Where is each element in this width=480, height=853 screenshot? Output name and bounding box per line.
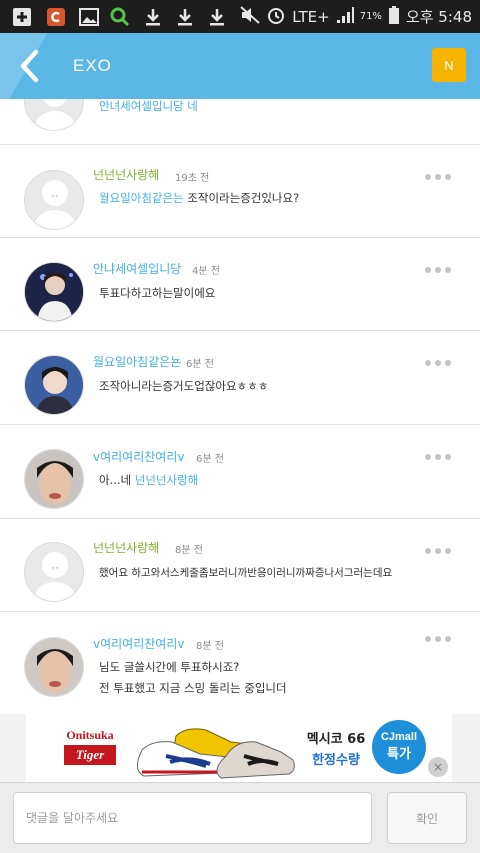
mute-icon [240, 5, 260, 28]
plus-icon [11, 6, 32, 27]
comment-text: 안녀세여셀입니당 네 [99, 99, 198, 113]
ad-close-icon[interactable]: × [428, 757, 448, 777]
comment-time: 19초 전 [175, 173, 210, 184]
download-icon [142, 6, 163, 27]
network-label: LTE+ [292, 7, 330, 26]
comment-author[interactable]: v여리여리찬여리v [93, 635, 184, 652]
battery-label: 71% [359, 11, 382, 22]
cjmall-badge: CJmall 특가 [372, 720, 426, 774]
more-options-icon[interactable] [425, 359, 453, 367]
ad-content[interactable]: Onitsuka Tiger 멕시코 66 한정수량 CJmall 특가 [26, 714, 452, 782]
avatar[interactable] [24, 542, 84, 602]
comment-item: v여리여리찬여리v 8분 전 님도 글쓸시간에 투표하시죠? 전 투표했고 지금… [0, 612, 480, 714]
ad-offer-line1: 멕시코 66 [306, 732, 366, 747]
avatar[interactable] [24, 262, 84, 322]
avatar[interactable] [24, 449, 84, 509]
more-options-icon[interactable] [425, 547, 453, 555]
avatar[interactable] [24, 170, 84, 230]
comment-time: 4분 전 [192, 266, 220, 277]
page-title: EXO [73, 56, 112, 75]
comment-mention[interactable]: 월요일아침같은는 [99, 191, 184, 205]
comment-time: 8분 전 [175, 545, 203, 556]
chevron-left-icon [20, 49, 39, 83]
comment-text: 투표다하고하는말이에요 [99, 286, 216, 300]
comment-item: 넌넌넌사랑해 8분 전 했어요 하고와서스케줄좀보러니까반응이러니까짜증나서그러… [0, 519, 480, 612]
download-icon [174, 6, 195, 27]
comment-item: 안녀세여셀입니당 네 [0, 99, 480, 145]
ad-brand: Onitsuka [66, 728, 114, 742]
comment-text: 월요일아침같은는 조작이라는증건있나요? [99, 190, 299, 206]
comment-author[interactable]: 넌넌넌사랑해 [93, 539, 159, 556]
comment-time: 8분 전 [196, 641, 224, 652]
comment-mention[interactable]: 넌넌넌사랑해 [135, 473, 198, 487]
comment-author[interactable]: v여리여리찬여리v [93, 448, 184, 465]
status-right: LTE+ 71% 오후 5:48 [240, 0, 472, 33]
comment-input[interactable] [13, 792, 372, 844]
image-icon [78, 6, 99, 27]
comment-author[interactable]: 월요일아침같은뇬 [93, 353, 181, 370]
comment-text: 했어요 하고와서스케줄좀보러니까반응이러니까짜증나서그러는데요 [99, 567, 393, 579]
more-options-icon[interactable] [425, 453, 453, 461]
comment-text: 님도 글쓸시간에 투표하시죠? [99, 660, 240, 674]
status-bar: LTE+ 71% 오후 5:48 [0, 0, 480, 33]
avatar[interactable] [24, 637, 84, 697]
download-icon [206, 6, 227, 27]
clock: 오후 5:48 [405, 8, 472, 26]
notification-n-button[interactable]: N [432, 48, 466, 82]
comment-text-rest: 아...네 [99, 473, 135, 487]
app-bar: EXO N [0, 33, 480, 99]
shoes-image [136, 716, 296, 780]
alarm-icon [266, 5, 286, 29]
more-options-icon[interactable] [425, 266, 453, 274]
submit-button[interactable]: 확인 [387, 792, 467, 844]
comment-item: v여리여리찬여리v 6분 전 아...네 넌넌넌사랑해 [0, 425, 480, 519]
comment-time: 6분 전 [186, 359, 214, 370]
ad-brand-sub-box: Tiger [64, 745, 116, 765]
search-icon [109, 6, 130, 27]
ad-offer: 멕시코 66 한정수량 [299, 728, 373, 768]
comment-author[interactable]: 넌넌넌사랑해 [93, 166, 159, 183]
comment-item: 월요일아침같은뇬 6분 전 조작아니라는증거도업잖아요ㅎㅎㅎ [0, 331, 480, 425]
cjmall-sub: 특가 [387, 747, 411, 762]
comment-text: 아...네 넌넌넌사랑해 [99, 472, 198, 488]
signal-icon [336, 6, 354, 28]
ad-banner[interactable]: Onitsuka Tiger 멕시코 66 한정수량 CJmall 특가 × [0, 714, 480, 782]
comment-list[interactable]: 안녀세여셀입니당 네 넌넌넌사랑해 19초 전 월요일아침같은는 조작이라는증건… [0, 99, 480, 714]
comment-item: 넌넌넌사랑해 19초 전 월요일아침같은는 조작이라는증건있나요? [0, 145, 480, 238]
comment-time: 6분 전 [196, 454, 224, 465]
avatar[interactable] [24, 99, 84, 131]
comment-item: 안냐세여셀입니당 4분 전 투표다하고하는말이에요 [0, 238, 480, 331]
comment-text: 조작아니라는증거도업잖아요ㅎㅎㅎ [99, 379, 269, 393]
avatar[interactable] [24, 355, 84, 415]
battery-icon [388, 5, 400, 29]
comment-text-rest: 조작이라는증건있나요? [187, 191, 300, 205]
more-options-icon[interactable] [425, 635, 453, 643]
comment-input-bar: 확인 [0, 782, 480, 853]
ad-brand-sub: Tiger [75, 747, 105, 762]
comment-text-line2: 전 투표했고 지금 스밍 돌리는 중입니더 [99, 681, 287, 695]
comment-author[interactable]: 안냐세여셀입니당 [93, 260, 181, 277]
c-app-icon [45, 6, 66, 27]
onitsuka-logo: Onitsuka Tiger [56, 728, 124, 770]
back-button[interactable] [0, 33, 58, 99]
ad-offer-line2: 한정수량 [312, 753, 360, 768]
more-options-icon[interactable] [425, 173, 453, 181]
cjmall-label: CJmall [380, 731, 418, 743]
